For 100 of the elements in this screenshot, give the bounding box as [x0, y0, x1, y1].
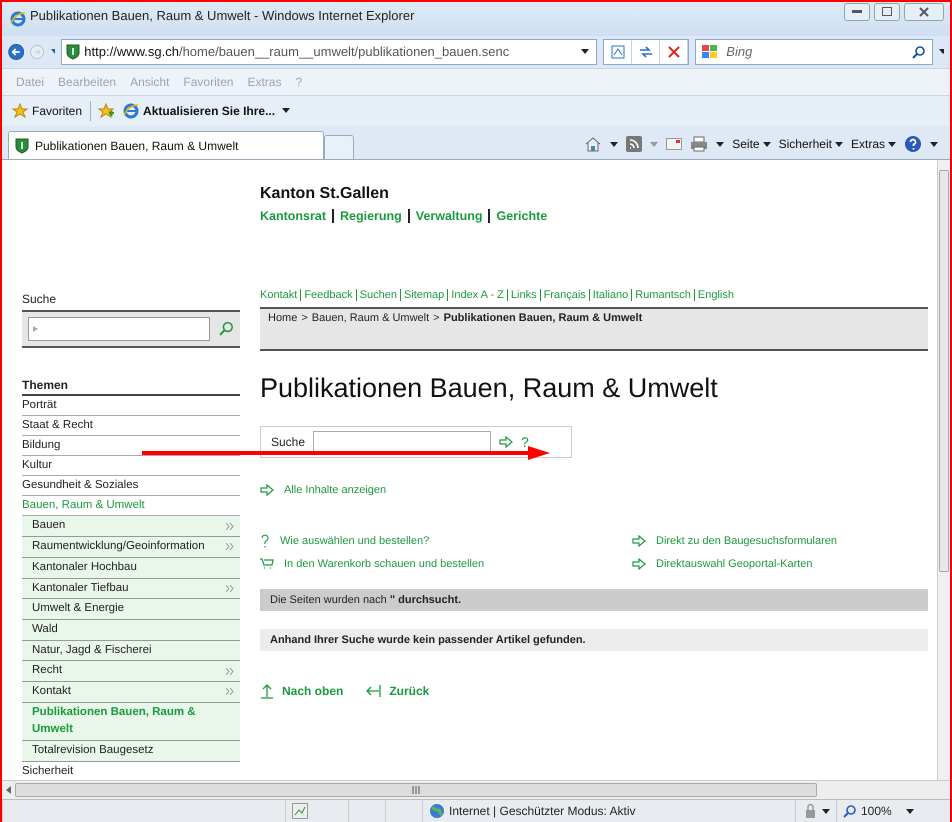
address-field[interactable]: http://www.sg.ch/home/bauen__raum__umwelt/publikationen_bauen.senc [61, 38, 598, 65]
star-icon [12, 102, 28, 119]
nav-link[interactable]: Kantonsrat [260, 209, 332, 224]
minimize-icon [852, 10, 862, 14]
feed-icon[interactable] [626, 136, 642, 152]
service-link[interactable]: Français [540, 289, 589, 302]
subnav-link[interactable]: Totalrevision Baugesetz [22, 741, 240, 762]
shield-icon [15, 138, 29, 154]
menu-item[interactable]: Ansicht [124, 74, 176, 89]
footer-link[interactable]: Nach oben [260, 683, 344, 700]
subnav-link[interactable]: Bauen [22, 516, 240, 538]
info-link[interactable]: Wie auswählen und bestellen? [260, 529, 632, 552]
caret-icon [762, 142, 771, 147]
service-link[interactable]: Italiano [588, 289, 632, 302]
show-all-link[interactable]: Alle Inhalte anzeigen [260, 478, 928, 502]
service-link[interactable]: Links [506, 289, 540, 302]
print-icon[interactable] [690, 136, 708, 152]
arrow-right-icon [260, 484, 274, 496]
subnav-link[interactable]: Recht [22, 661, 240, 682]
arrow-right-icon [632, 534, 646, 547]
menu-item[interactable]: ? [289, 74, 308, 89]
command-menu[interactable]: Sicherheit [778, 137, 843, 152]
windows-logo-icon [702, 44, 718, 59]
info-link[interactable]: In den Warenkorb schauen und bestellen [260, 552, 632, 576]
service-link[interactable]: Index A - Z [447, 289, 507, 302]
nav-link[interactable]: Kultur [22, 456, 240, 476]
close-icon [668, 46, 680, 58]
mail-icon[interactable] [666, 138, 682, 150]
help-link[interactable]: ? [521, 434, 529, 450]
search-field[interactable] [28, 317, 210, 342]
minimize-button[interactable] [844, 2, 870, 21]
scroll-left-icon[interactable] [6, 786, 11, 794]
search-icon[interactable] [218, 321, 234, 338]
nav-link[interactable]: Staat & Recht [22, 416, 240, 436]
caret-icon [888, 142, 896, 147]
caret-icon [610, 142, 618, 147]
service-link[interactable]: Suchen [356, 289, 400, 302]
nav-link[interactable]: Gesundheit & Soziales [22, 476, 240, 496]
caret-icon [580, 49, 589, 54]
close-button[interactable] [904, 2, 944, 21]
close-icon [919, 6, 929, 17]
service-link[interactable]: Rumantsch [631, 289, 694, 302]
subnav-link[interactable]: Wald [22, 620, 240, 641]
service-link[interactable]: Feedback [300, 289, 356, 302]
refresh-icon [638, 46, 653, 58]
search-field[interactable] [313, 431, 492, 454]
breadcrumb-link[interactable]: Bauen, Raum & Umwelt [312, 312, 430, 346]
search-icon [843, 804, 857, 818]
subnav-link[interactable]: Raumentwicklung/Geoinformation [22, 537, 240, 558]
nav-link[interactable]: Gerichte [488, 209, 554, 224]
search-label: Suche [271, 435, 306, 450]
subnav-link[interactable]: Kantonaler Hochbau [22, 558, 240, 579]
horizontal-scrollbar[interactable] [2, 780, 950, 800]
caret-icon [906, 808, 914, 814]
nav-link[interactable]: Regierung [332, 209, 408, 224]
nav-link[interactable]: Verwaltung [408, 209, 488, 224]
page-heading: Publikationen Bauen, Raum & Umwelt [260, 373, 719, 404]
home-icon[interactable] [584, 136, 602, 152]
question-icon [260, 534, 270, 548]
site-title: Kanton St.Gallen [260, 185, 390, 204]
info-link[interactable]: Direkt zu den Baugesuchsformularen [632, 529, 928, 552]
service-link[interactable]: Kontakt [260, 289, 300, 302]
vertical-scrollbar[interactable] [937, 160, 950, 780]
browser-logo-icon [123, 102, 140, 119]
maximize-icon [882, 7, 892, 16]
subnav-link[interactable]: Kantonaler Tiefbau [22, 578, 240, 600]
service-link[interactable]: Sitemap [400, 289, 448, 302]
search-field[interactable]: Bing [695, 38, 934, 65]
command-menu[interactable]: Extras [850, 137, 896, 152]
search-info: Die Seiten wurden nach " durchsucht. [270, 594, 462, 606]
service-link[interactable]: English [694, 289, 737, 302]
suggested-sites-button[interactable]: Aktualisieren Sie Ihre... [121, 100, 292, 121]
breadcrumb-link[interactable]: Publikationen Bauen, Raum & Umwelt [444, 312, 642, 346]
zoom-level[interactable]: 100% [861, 804, 892, 818]
caret-icon [50, 49, 56, 54]
breadcrumb-link[interactable]: Home [268, 312, 298, 346]
menu-item[interactable]: Datei [10, 74, 50, 89]
footer-link[interactable]: Zurück [365, 683, 430, 700]
caret-icon [822, 808, 830, 814]
subnav-link[interactable]: Publikationen Bauen, Raum & Umwelt [22, 702, 240, 742]
caret-icon [939, 49, 944, 54]
subnav-link[interactable]: Natur, Jagd & Fischerei [22, 640, 240, 662]
menu-item[interactable]: Extras [241, 74, 288, 89]
subnav-link[interactable]: Umwelt & Energie [22, 599, 240, 620]
command-menu[interactable]: Seite [732, 137, 771, 152]
browser-tab[interactable]: Publikationen Bauen, Raum & Umwelt [8, 131, 324, 160]
maximize-button[interactable] [874, 2, 900, 21]
add-favorites-icon[interactable] [97, 102, 116, 119]
info-link[interactable]: Direktauswahl Geoportal-Karten [632, 552, 928, 576]
favorites-button[interactable]: Favoriten [10, 100, 84, 121]
subnav-link[interactable]: Kontakt [22, 682, 240, 703]
menu-item[interactable]: Favoriten [177, 74, 240, 89]
nav-link[interactable]: Porträt [22, 396, 240, 416]
no-result-message: Anhand Ihrer Suche wurde kein passender Artikel gefunden. [270, 634, 586, 646]
cart-icon [260, 558, 274, 570]
play-icon [33, 326, 38, 332]
nav-link[interactable]: Bildung [22, 436, 240, 456]
help-icon[interactable] [904, 135, 922, 154]
caret-icon [282, 108, 290, 114]
menu-item[interactable]: Bearbeiten [52, 74, 122, 89]
